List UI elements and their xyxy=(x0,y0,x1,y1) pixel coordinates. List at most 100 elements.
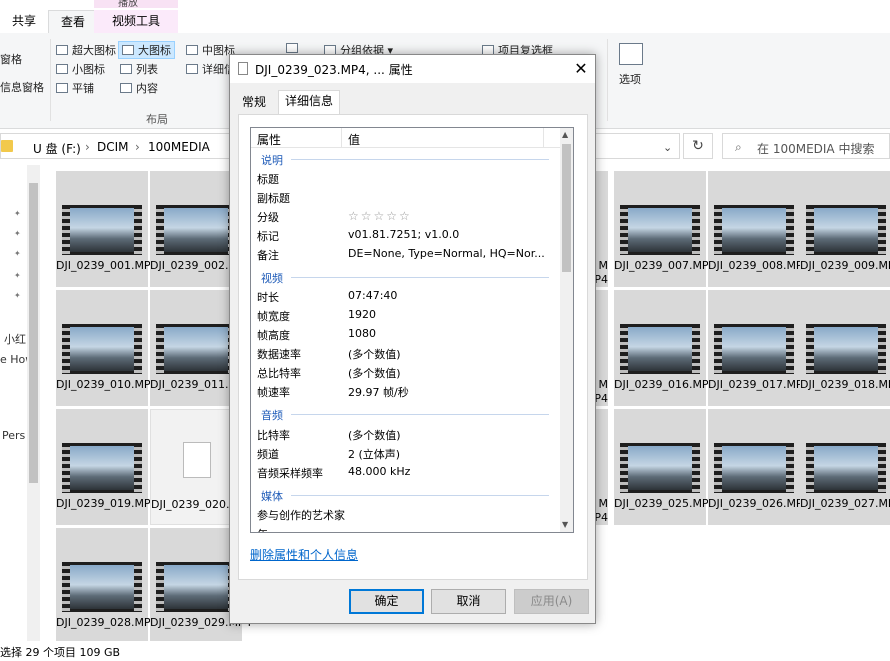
film-sprocket xyxy=(714,443,722,493)
file-tile[interactable]: DJI_0239_026.MP4 xyxy=(708,409,810,525)
video-frame xyxy=(164,208,228,252)
file-tile[interactable]: DJI_0239_010.MP4 xyxy=(56,290,158,406)
ok-button[interactable]: 确定 xyxy=(349,589,424,614)
video-thumbnail xyxy=(62,324,142,374)
film-sprocket xyxy=(692,324,700,374)
layout-details[interactable]: 详细信 xyxy=(186,61,235,77)
property-row[interactable]: 备注 DE=None, Type=Normal, HQ=Nor... xyxy=(251,244,561,263)
details-pane-button[interactable]: 信息窗格 xyxy=(0,79,44,95)
file-name: DJI_0239_027.MP4 xyxy=(800,497,890,510)
video-frame xyxy=(164,327,228,371)
nav-scrollbar-thumb[interactable] xyxy=(29,183,38,483)
video-thumbnail xyxy=(714,443,794,493)
property-key: 标记 xyxy=(257,230,279,243)
property-key: 备注 xyxy=(257,249,279,262)
property-row[interactable]: 参与创作的艺术家 xyxy=(251,504,561,523)
property-row[interactable]: 帧速率 29.97 帧/秒 xyxy=(251,381,561,400)
rating-stars-icon[interactable]: ☆☆☆☆☆ xyxy=(348,209,561,223)
column-divider[interactable] xyxy=(543,128,544,148)
breadcrumb-100media[interactable]: 100MEDIA xyxy=(148,140,210,154)
property-value[interactable]: DE=None, Type=Normal, HQ=Nor... xyxy=(348,247,561,260)
video-frame xyxy=(70,446,134,490)
video-thumbnail xyxy=(62,562,142,612)
scroll-up-icon[interactable]: ▲ xyxy=(562,130,568,139)
property-list[interactable]: 属性 值 说明 标题 副标题 分级 ☆☆☆☆☆ 标记 v01.81.7251; v1… xyxy=(250,127,574,533)
tab-general[interactable]: 常规 xyxy=(236,92,272,114)
nav-scrollbar[interactable] xyxy=(27,165,40,641)
property-value[interactable]: v01.81.7251; v1.0.0 xyxy=(348,228,561,241)
layout-large-icons[interactable]: 大图标 xyxy=(118,41,175,59)
video-frame xyxy=(628,208,692,252)
file-tile[interactable]: DJI_0239_016.MP4 xyxy=(614,290,716,406)
file-tile[interactable]: DJI_0239_007.MP4 xyxy=(614,171,716,287)
file-tile[interactable]: DJI_0239_009.MP4 xyxy=(800,171,890,287)
file-tile[interactable]: DJI_0239_008.MP4 xyxy=(708,171,810,287)
property-row[interactable]: 分级 ☆☆☆☆☆ xyxy=(251,206,561,225)
large-icons-icon xyxy=(122,45,134,55)
property-row[interactable]: 比特率 (多个数值) xyxy=(251,424,561,443)
column-header-value[interactable]: 值 xyxy=(348,131,360,148)
property-row[interactable]: 标题 xyxy=(251,168,561,187)
layout-content[interactable]: 内容 xyxy=(120,80,158,96)
layout-small-icons[interactable]: 小图标 xyxy=(56,61,105,77)
column-divider[interactable] xyxy=(341,128,342,148)
property-row[interactable]: 帧高度 1080 xyxy=(251,324,561,343)
preview-pane-button[interactable]: 窗格 xyxy=(0,51,22,67)
close-button[interactable]: ✕ xyxy=(566,56,596,82)
file-tile[interactable]: DJI_0239_001.MP4 xyxy=(56,171,158,287)
property-row[interactable]: 总比特率 (多个数值) xyxy=(251,362,561,381)
scrollbar-thumb[interactable] xyxy=(562,144,571,272)
options-icon[interactable] xyxy=(619,43,643,65)
file-tile[interactable]: DJI_0239_027.MP4 xyxy=(800,409,890,525)
layout-tiles[interactable]: 平铺 xyxy=(56,80,94,96)
address-dropdown-icon[interactable]: ⌄ xyxy=(663,141,672,154)
layout-extra-large-icons[interactable]: 超大图标 xyxy=(56,42,116,58)
refresh-button[interactable]: ↻ xyxy=(683,133,713,159)
property-row[interactable]: 频道 2 (立体声) xyxy=(251,443,561,462)
property-key: 副标题 xyxy=(257,192,290,205)
remove-properties-link[interactable]: 删除属性和个人信息 xyxy=(250,546,358,563)
property-row[interactable]: 音频采样频率 48.000 kHz xyxy=(251,462,561,481)
property-row[interactable]: 副标题 xyxy=(251,187,561,206)
breadcrumb-dcim[interactable]: DCIM xyxy=(97,140,129,154)
extra-large-icons-icon xyxy=(56,45,68,55)
property-row[interactable]: 标记 v01.81.7251; v1.0.0 xyxy=(251,225,561,244)
search-input[interactable]: ⌕ 在 100MEDIA 中搜索 xyxy=(722,133,890,159)
property-row[interactable]: 数据速率 (多个数值) xyxy=(251,343,561,362)
file-tile[interactable]: DJI_0239_019.MP4 xyxy=(56,409,158,525)
property-row[interactable]: 帧宽度 1920 xyxy=(251,305,561,324)
layout-list[interactable]: 列表 xyxy=(120,61,158,77)
scroll-down-icon[interactable]: ▼ xyxy=(562,520,568,529)
tab-details[interactable]: 详细信息 xyxy=(278,90,341,115)
property-value: 1920 xyxy=(348,308,376,321)
dialog-title-bar[interactable]: DJI_0239_023.MP4, ... 属性 ✕ xyxy=(230,55,595,83)
tab-share[interactable]: 共享 xyxy=(0,10,48,33)
film-sprocket xyxy=(878,324,886,374)
property-value: 07:47:40 xyxy=(348,289,398,302)
property-key: 比特率 xyxy=(257,429,290,442)
nav-item[interactable]: Pers xyxy=(2,429,25,442)
file-tile[interactable]: DJI_0239_018.MP4 xyxy=(800,290,890,406)
cancel-button[interactable]: 取消 xyxy=(431,589,506,614)
options-button[interactable]: 选项 xyxy=(619,71,641,87)
property-row[interactable]: 年 xyxy=(251,523,561,532)
breadcrumb-drive[interactable]: U 盘 (F:) xyxy=(33,140,81,157)
file-name: DJI_0239_016.MP4 xyxy=(614,378,716,391)
status-text: 选择 29 个项目 109 GB xyxy=(0,646,121,659)
file-tile[interactable]: DJI_0239_017.MP4 xyxy=(708,290,810,406)
column-header-property[interactable]: 属性 xyxy=(257,131,281,148)
property-list-scrollbar[interactable]: ▲ ▼ xyxy=(560,128,573,532)
file-tile[interactable]: DJI_0239_028.MP4 xyxy=(56,528,158,644)
property-row[interactable]: 时长 07:47:40 xyxy=(251,286,561,305)
film-sprocket xyxy=(156,562,164,612)
tab-video-tools[interactable]: 视频工具 xyxy=(94,10,178,33)
video-frame xyxy=(814,327,878,371)
video-frame xyxy=(814,446,878,490)
file-tile[interactable]: DJI_0239_025.MP4 xyxy=(614,409,716,525)
tab-view[interactable]: 查看 xyxy=(48,10,99,33)
nav-item[interactable]: 小红 xyxy=(4,331,26,347)
film-sprocket xyxy=(134,443,142,493)
apply-button[interactable]: 应用(A) xyxy=(514,589,589,614)
medium-icons-icon xyxy=(186,45,198,55)
layout-medium-icons[interactable]: 中图标 xyxy=(186,42,235,58)
